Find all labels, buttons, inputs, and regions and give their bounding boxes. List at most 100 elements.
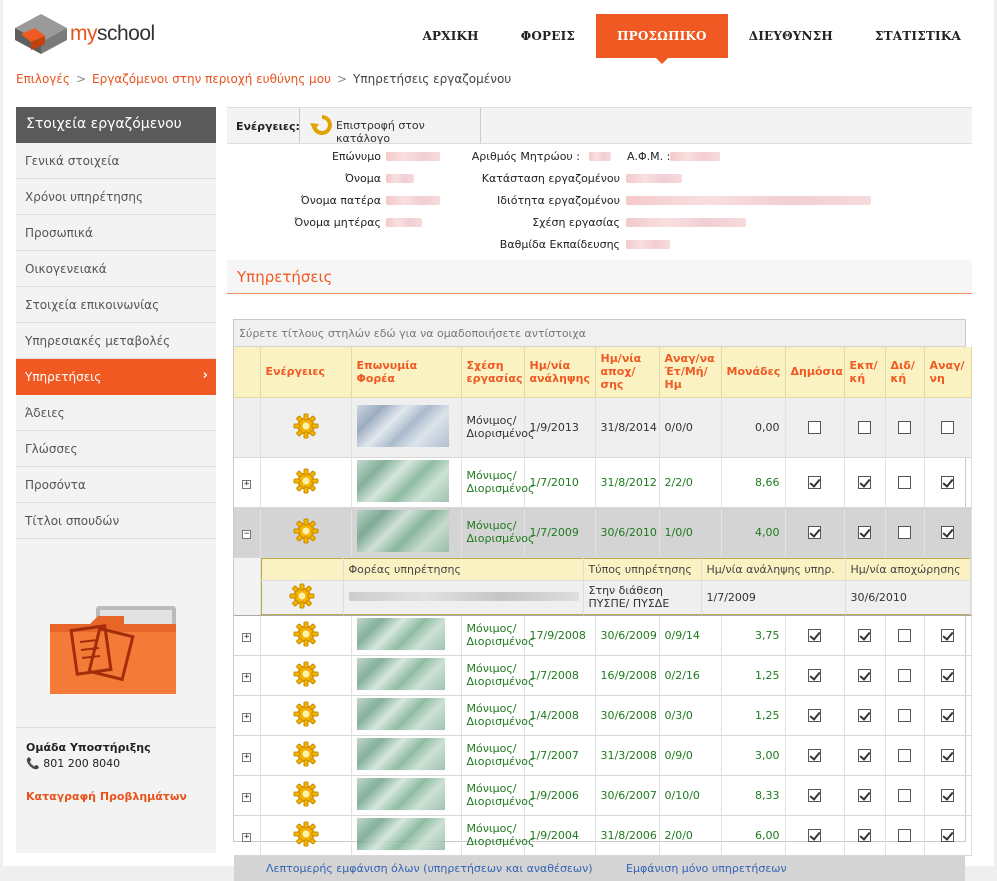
- sidebar-item-services[interactable]: Υπηρετήσεις ›: [16, 359, 216, 395]
- column-header-recognized-flag[interactable]: Αναγ/νη: [924, 347, 972, 398]
- gear-icon[interactable]: [293, 468, 319, 497]
- gear-icon[interactable]: [293, 518, 319, 547]
- recognized-checkbox[interactable]: [941, 420, 954, 434]
- gear-icon[interactable]: [289, 583, 315, 612]
- public-checkbox[interactable]: [808, 475, 821, 489]
- show-services-only-link[interactable]: Εμφάνιση μόνο υπηρετήσεων: [626, 862, 787, 875]
- expand-icon[interactable]: +: [242, 712, 252, 722]
- return-to-list-button[interactable]: Επιστροφή στον κατάλογο: [299, 108, 481, 145]
- logo[interactable]: myschool: [15, 14, 160, 54]
- educational-checkbox[interactable]: [858, 748, 871, 762]
- gear-icon[interactable]: [293, 741, 319, 770]
- educational-checkbox[interactable]: [858, 828, 871, 842]
- public-checkbox[interactable]: [808, 628, 821, 642]
- sidebar-item-family[interactable]: Οικογενειακά: [16, 251, 216, 287]
- table-row[interactable]: + Μόνιμος/Διορισμένος 1/9/2006 30/6/2007 0/1…: [234, 775, 972, 816]
- teaching-checkbox[interactable]: [898, 668, 911, 682]
- public-checkbox[interactable]: [808, 748, 821, 762]
- gear-icon[interactable]: [293, 821, 319, 850]
- teaching-checkbox[interactable]: [898, 788, 911, 802]
- public-checkbox[interactable]: [808, 788, 821, 802]
- sidebar-item-contact[interactable]: Στοιχεία επικοινωνίας: [16, 287, 216, 323]
- sidebar-item-languages[interactable]: Γλώσσες: [16, 431, 216, 467]
- recognized-checkbox[interactable]: [941, 628, 954, 642]
- educational-checkbox[interactable]: [858, 788, 871, 802]
- teaching-checkbox[interactable]: [898, 420, 911, 434]
- sidebar-item-general[interactable]: Γενικά στοιχεία: [16, 143, 216, 179]
- gear-icon[interactable]: [293, 781, 319, 810]
- show-all-detailed-link[interactable]: Λεπτομερής εμφάνιση όλων (υπηρετήσεων κα…: [266, 862, 593, 875]
- column-header-relation[interactable]: Σχέση εργασίας: [461, 347, 525, 398]
- sidebar-item-qualifications[interactable]: Προσόντα: [16, 467, 216, 503]
- column-header-teaching[interactable]: Διδ/κή: [885, 347, 925, 398]
- recognized-checkbox[interactable]: [941, 748, 954, 762]
- table-row[interactable]: + Μόνιμος/Διορισμένος 1/9/2004 31/8/2006 2/0…: [234, 815, 972, 856]
- sidebar-item-service-times[interactable]: Χρόνοι υπηρέτησης: [16, 179, 216, 215]
- table-row[interactable]: Μόνιμος/Διορισμένος 1/9/2013 31/8/2014 0/0/…: [234, 397, 972, 458]
- nav-home[interactable]: ΑΡΧΙΚΗ: [401, 14, 499, 58]
- table-row[interactable]: − Μόνιμος/Διορισμένος 1/7/2009 30/6/2010 1/0…: [234, 507, 972, 558]
- sidebar-item-degrees[interactable]: Τίτλοι σπουδών: [16, 503, 216, 539]
- table-row[interactable]: + Μόνιμος/Διορισμένος 1/4/2008 30/6/2008 0/3…: [234, 695, 972, 736]
- nav-personnel[interactable]: ΠΡΟΣΩΠΙΚΟ: [596, 14, 728, 64]
- sidebar-item-leaves[interactable]: Άδειες: [16, 395, 216, 431]
- educational-checkbox[interactable]: [858, 525, 871, 539]
- public-checkbox[interactable]: [808, 420, 821, 434]
- recognized-checkbox[interactable]: [941, 668, 954, 682]
- educational-checkbox[interactable]: [858, 420, 871, 434]
- recognized-checkbox[interactable]: [941, 525, 954, 539]
- recognized-checkbox[interactable]: [941, 475, 954, 489]
- column-header-end[interactable]: Ημ/νία αποχ/σης: [595, 347, 660, 398]
- column-header-actions[interactable]: Ενέργειες: [260, 347, 352, 398]
- breadcrumb-options[interactable]: Επιλογές: [16, 72, 70, 86]
- teaching-checkbox[interactable]: [898, 828, 911, 842]
- gear-icon[interactable]: [293, 701, 319, 730]
- educational-checkbox[interactable]: [858, 708, 871, 722]
- public-checkbox[interactable]: [808, 668, 821, 682]
- teaching-checkbox[interactable]: [898, 475, 911, 489]
- column-header-organization[interactable]: Επωνυμία Φορέα: [351, 347, 462, 398]
- nav-directorate[interactable]: ΔΙΕΥΘΥΝΣΗ: [728, 14, 854, 58]
- expand-icon[interactable]: +: [242, 479, 252, 489]
- nav-statistics[interactable]: ΣΤΑΤΙΣΤΙΚΑ: [854, 14, 982, 58]
- sidebar-item-changes[interactable]: Υπηρεσιακές μεταβολές: [16, 323, 216, 359]
- column-header-start[interactable]: Ημ/νία ανάληψης: [524, 347, 596, 398]
- nav-organizations[interactable]: ΦΟΡΕΙΣ: [500, 14, 596, 58]
- educational-checkbox[interactable]: [858, 668, 871, 682]
- gear-icon[interactable]: [293, 413, 319, 442]
- detail-data-row[interactable]: Στην διάθεση ΠΥΣΠΕ/ ΠΥΣΔΕ 1/7/2009 30/6/20…: [261, 580, 971, 614]
- column-header-educational[interactable]: Εκπ/κή: [844, 347, 886, 398]
- sidebar-item-personal[interactable]: Προσωπικά: [16, 215, 216, 251]
- expand-icon[interactable]: +: [242, 832, 252, 842]
- teaching-checkbox[interactable]: [898, 748, 911, 762]
- column-header-recognized[interactable]: Αναγ/να Έτ/Μή/Ημ: [659, 347, 722, 398]
- public-checkbox[interactable]: [808, 708, 821, 722]
- recognized-checkbox[interactable]: [941, 828, 954, 842]
- expand-icon[interactable]: +: [242, 632, 252, 642]
- table-row[interactable]: + Μόνιμος/Διορισμένος 1/7/2010 31/8/2012 2/2…: [234, 457, 972, 508]
- gear-icon[interactable]: [293, 661, 319, 690]
- table-row[interactable]: + Μόνιμος/Διορισμένος 1/7/2007 31/3/2008 0/9…: [234, 735, 972, 776]
- educational-checkbox[interactable]: [858, 475, 871, 489]
- expand-icon[interactable]: +: [242, 792, 252, 802]
- column-header-units[interactable]: Μονάδες: [721, 347, 786, 398]
- gear-icon[interactable]: [293, 621, 319, 650]
- return-label: Επιστροφή στον κατάλογο: [336, 119, 425, 145]
- table-row[interactable]: + Μόνιμος/Διορισμένος 17/9/2008 30/6/2009 0/…: [234, 615, 972, 656]
- teaching-checkbox[interactable]: [898, 708, 911, 722]
- public-checkbox[interactable]: [808, 525, 821, 539]
- teaching-checkbox[interactable]: [898, 525, 911, 539]
- table-row[interactable]: + Μόνιμος/Διορισμένος 1/7/2008 16/9/2008 0/2…: [234, 655, 972, 696]
- educational-checkbox[interactable]: [858, 628, 871, 642]
- report-problems-link[interactable]: Καταγραφή Προβλημάτων: [26, 790, 206, 803]
- breadcrumb-employees[interactable]: Εργαζόμενοι στην περιοχή ευθύνης μου: [92, 72, 331, 86]
- expand-icon[interactable]: +: [242, 672, 252, 682]
- group-by-area[interactable]: Σύρετε τίτλους στηλών εδώ για να ομαδοπο…: [234, 320, 965, 347]
- recognized-checkbox[interactable]: [941, 788, 954, 802]
- public-checkbox[interactable]: [808, 828, 821, 842]
- recognized-checkbox[interactable]: [941, 708, 954, 722]
- collapse-icon[interactable]: −: [242, 529, 252, 539]
- teaching-checkbox[interactable]: [898, 628, 911, 642]
- expand-icon[interactable]: +: [242, 752, 252, 762]
- column-header-public[interactable]: Δημόσια: [785, 347, 845, 398]
